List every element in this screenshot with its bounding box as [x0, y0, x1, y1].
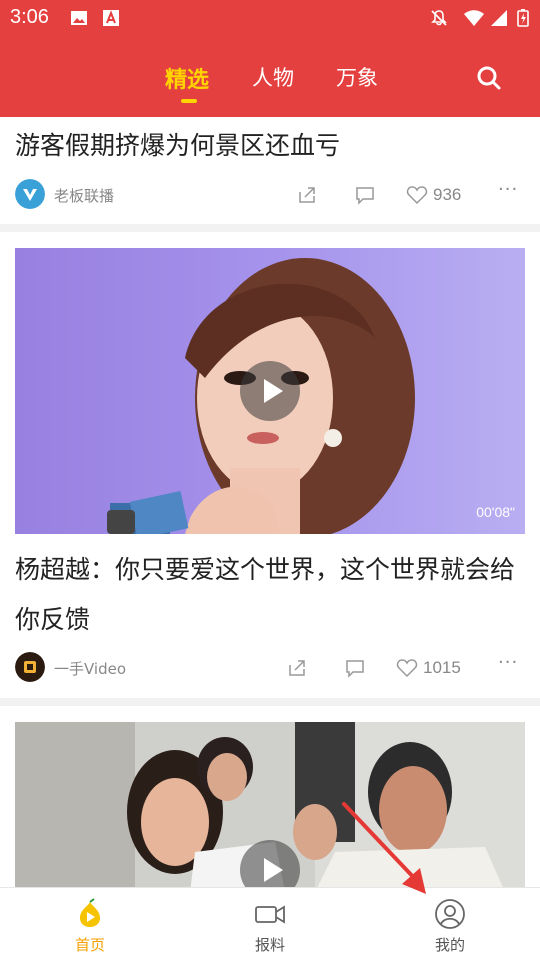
like-count: 1015: [423, 658, 461, 677]
source-name[interactable]: 老板联播: [54, 185, 114, 206]
news-card[interactable]: [0, 706, 540, 887]
tab-featured[interactable]: 精选: [165, 62, 209, 94]
news-meta: 一手Video 1015 ···: [0, 648, 540, 688]
nav-report-label: 报料: [254, 936, 285, 954]
news-title[interactable]: 杨超越：你只要爱这个世界，这个世界就会给你反馈: [15, 545, 525, 645]
video-camera-icon: [255, 905, 285, 924]
battery-icon: [517, 9, 529, 27]
app-screen: 3:06 精选 人物 万象 游客假期挤爆为何景区还血亏 老板联播 936 ···…: [0, 0, 540, 960]
news-title[interactable]: 游客假期挤爆为何景区还血亏: [15, 121, 525, 171]
like-count: 936: [433, 185, 462, 204]
user-icon: [435, 899, 465, 929]
gallery-icon: [71, 11, 87, 25]
status-bar: 3:06: [0, 0, 540, 38]
video-thumbnail[interactable]: [15, 722, 525, 887]
nav-report[interactable]: 报料: [220, 888, 320, 960]
news-feed[interactable]: 游客假期挤爆为何景区还血亏 老板联播 936 ··· 00'08" 杨超越：你只…: [0, 117, 540, 887]
news-card[interactable]: 游客假期挤爆为何景区还血亏 老板联播 936 ···: [0, 117, 540, 224]
search-icon[interactable]: [474, 64, 504, 94]
signal-icon: [491, 10, 507, 26]
share-icon[interactable]: [296, 184, 318, 206]
comment-icon[interactable]: [344, 657, 366, 679]
mute-notification-icon: [431, 10, 447, 26]
nav-home-label: 首页: [74, 936, 105, 954]
play-icon[interactable]: [240, 361, 300, 421]
tab-people[interactable]: 人物: [252, 62, 294, 92]
source-avatar[interactable]: [15, 652, 45, 682]
bottom-navigation: 首页 报料 我的: [0, 887, 540, 960]
share-icon[interactable]: [286, 657, 308, 679]
like-icon[interactable]: [396, 657, 418, 679]
video-thumbnail[interactable]: 00'08": [15, 248, 525, 534]
video-duration: 00'08": [476, 504, 515, 520]
nav-mine[interactable]: 我的: [400, 888, 500, 960]
wifi-icon: [464, 10, 484, 26]
app-notification-icon: [103, 10, 119, 26]
source-name[interactable]: 一手Video: [54, 658, 126, 679]
header: 3:06 精选 人物 万象: [0, 0, 540, 117]
nav-mine-label: 我的: [434, 936, 465, 954]
status-time: 3:06: [10, 6, 49, 28]
nav-home[interactable]: 首页: [40, 888, 140, 960]
news-card[interactable]: 00'08" 杨超越：你只要爱这个世界，这个世界就会给你反馈 一手Video 1…: [0, 232, 540, 698]
more-options-icon[interactable]: ···: [498, 652, 518, 673]
home-icon: [80, 898, 100, 927]
news-meta: 老板联播 936 ···: [0, 175, 540, 215]
comment-icon[interactable]: [354, 184, 376, 206]
like-icon[interactable]: [406, 184, 428, 206]
active-tab-indicator: [181, 99, 197, 103]
category-tabs: 精选 人物 万象: [0, 56, 540, 106]
tab-panorama[interactable]: 万象: [336, 62, 378, 92]
source-avatar[interactable]: [15, 179, 45, 209]
more-options-icon[interactable]: ···: [498, 179, 518, 200]
